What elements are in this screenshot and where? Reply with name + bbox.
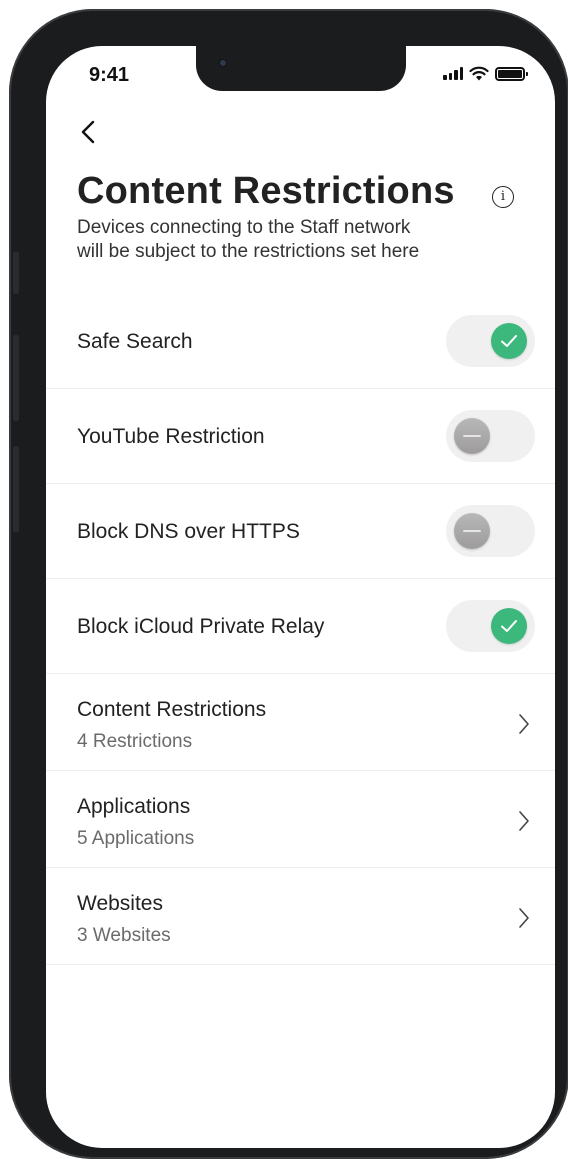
notch bbox=[196, 46, 406, 91]
wifi-icon bbox=[469, 66, 489, 81]
chevron-right-icon bbox=[519, 811, 529, 831]
volume-up-button bbox=[13, 335, 19, 421]
toggle-knob bbox=[454, 418, 490, 454]
nav-item-label: Content Restrictions bbox=[77, 698, 267, 721]
toggle-row-youtube-restriction: YouTube Restriction bbox=[46, 389, 555, 484]
screen: 9:41 Content Restrictions i Devices conn… bbox=[46, 46, 555, 1148]
dash-icon bbox=[463, 435, 481, 437]
toggle-label: Block DNS over HTTPS bbox=[77, 520, 300, 543]
page-title: Content Restrictions bbox=[77, 170, 455, 212]
volume-down-button bbox=[13, 446, 19, 532]
toggle-label: YouTube Restriction bbox=[77, 425, 265, 448]
chevron-right-icon bbox=[519, 908, 529, 928]
toggle-row-safe-search: Safe Search bbox=[46, 294, 555, 389]
toggle-knob bbox=[491, 323, 527, 359]
settings-list: Safe Search YouTube Restriction Block DN… bbox=[46, 294, 555, 965]
nav-item-count: 5 Applications bbox=[77, 828, 195, 849]
toggle-knob bbox=[454, 513, 490, 549]
nav-item-label: Websites bbox=[77, 892, 163, 915]
youtube-restriction-toggle[interactable] bbox=[446, 410, 535, 462]
status-time: 9:41 bbox=[89, 64, 130, 86]
description-line: will be subject to the restrictions set … bbox=[77, 241, 420, 262]
signal-icon bbox=[443, 67, 463, 80]
back-chevron-icon[interactable] bbox=[77, 118, 101, 146]
block-icloud-private-relay-toggle[interactable] bbox=[446, 600, 535, 652]
page-description: Devices connecting to the Staff network … bbox=[77, 216, 497, 264]
toggle-row-block-icloud-private-relay: Block iCloud Private Relay bbox=[46, 579, 555, 674]
toggle-row-block-dns-over-https: Block DNS over HTTPS bbox=[46, 484, 555, 579]
phone-frame: 9:41 Content Restrictions i Devices conn… bbox=[9, 9, 568, 1159]
check-icon bbox=[501, 335, 517, 347]
nav-item-label: Applications bbox=[77, 795, 191, 818]
status-icons bbox=[443, 66, 528, 81]
chevron-right-icon bbox=[519, 714, 529, 734]
battery-icon bbox=[495, 66, 528, 81]
nav-item-count: 4 Restrictions bbox=[77, 731, 193, 752]
nav-item-applications[interactable]: Applications 5 Applications bbox=[46, 771, 555, 868]
toggle-label: Block iCloud Private Relay bbox=[77, 615, 325, 638]
nav-item-websites[interactable]: Websites 3 Websites bbox=[46, 868, 555, 965]
dash-icon bbox=[463, 530, 481, 532]
camera-icon bbox=[218, 58, 228, 68]
nav-item-content-restrictions[interactable]: Content Restrictions 4 Restrictions bbox=[46, 674, 555, 771]
toggle-label: Safe Search bbox=[77, 330, 193, 353]
nav-item-count: 3 Websites bbox=[77, 925, 171, 946]
safe-search-toggle[interactable] bbox=[446, 315, 535, 367]
toggle-knob bbox=[491, 608, 527, 644]
info-icon[interactable]: i bbox=[492, 186, 514, 208]
mute-switch bbox=[13, 252, 19, 294]
block-dns-over-https-toggle[interactable] bbox=[446, 505, 535, 557]
description-line: Devices connecting to the Staff network bbox=[77, 217, 411, 238]
check-icon bbox=[501, 620, 517, 632]
